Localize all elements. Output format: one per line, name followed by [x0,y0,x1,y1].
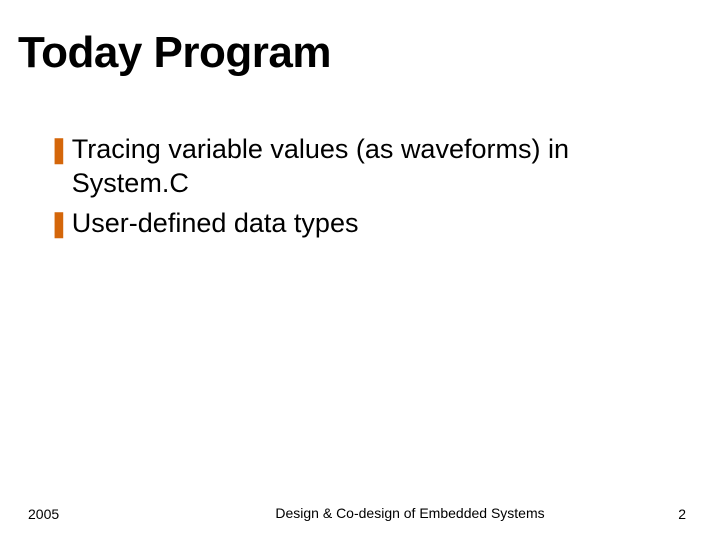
slide: Today Program ❚ Tracing variable values … [0,0,720,540]
footer-left: 2005 [0,506,180,522]
footer-page-number: 2 [640,506,720,522]
bullet-marker-icon: ❚ [48,132,70,166]
bullet-item: ❚ Tracing variable values (as waveforms)… [48,132,684,200]
slide-body: ❚ Tracing variable values (as waveforms)… [0,78,720,240]
bullet-text: User-defined data types [72,206,359,240]
footer-center: Design & Co-design of Embedded Systems [180,505,640,523]
slide-title: Today Program [18,28,720,78]
bullet-text: Tracing variable values (as waveforms) i… [72,132,684,200]
title-area: Today Program [0,0,720,78]
bullet-item: ❚ User-defined data types [48,206,684,240]
bullet-marker-icon: ❚ [48,206,70,240]
slide-footer: 2005 Design & Co-design of Embedded Syst… [0,505,720,523]
